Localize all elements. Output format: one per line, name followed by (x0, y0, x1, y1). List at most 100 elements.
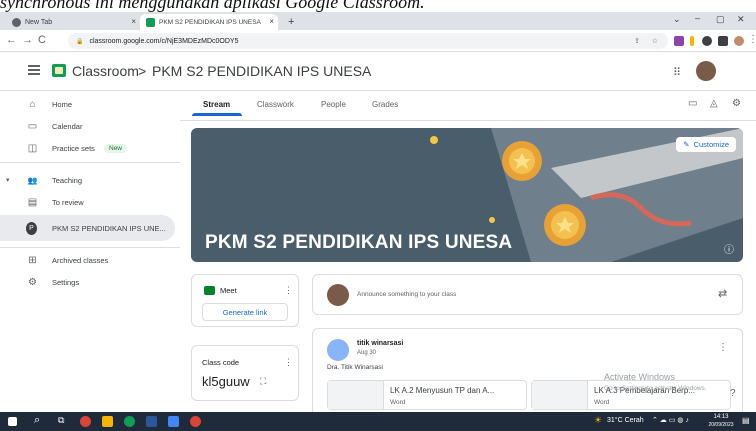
search-icon[interactable]: ⌕ (34, 414, 40, 427)
chrome-menu-icon[interactable]: ⋮ (748, 34, 756, 45)
clock-date[interactable]: 20/09/2023 (704, 422, 738, 428)
extensions-puzzle-icon[interactable] (702, 36, 712, 46)
tab-classroom[interactable]: PKM S2 PENDIDIKAN IPS UNESA × (140, 14, 278, 30)
extension-icon[interactable] (690, 36, 694, 46)
task-view-icon[interactable]: ⧉ (58, 415, 64, 426)
more-options-icon[interactable]: ⋮ (284, 357, 293, 368)
announce-placeholder[interactable]: Announce something to your class (357, 291, 456, 298)
tab-classwork[interactable]: Classwork (257, 100, 294, 109)
browser-tab-strip: New Tab × PKM S2 PENDIDIKAN IPS UNESA × … (0, 12, 756, 30)
tab-grades[interactable]: Grades (372, 100, 398, 109)
class-initial-icon: P (26, 221, 37, 235)
close-window-icon[interactable]: ✕ (737, 14, 745, 25)
class-code-value: kl5guuw (202, 374, 250, 389)
sidebar-item-home[interactable]: ⌂ Home (0, 93, 175, 115)
clock-time[interactable]: 14:13 (706, 414, 736, 420)
practice-sets-icon: ◫ (27, 142, 38, 154)
more-options-icon[interactable]: ⋮ (284, 285, 293, 296)
weather-text[interactable]: 31°C Cerah (607, 417, 644, 424)
close-tab-icon[interactable]: × (131, 17, 136, 26)
edge-icon[interactable] (124, 416, 135, 427)
chrome-icon[interactable] (190, 416, 201, 427)
home-icon: ⌂ (29, 98, 36, 110)
sidebar-item-teaching[interactable]: ▾ 👥 Teaching (0, 169, 175, 191)
sidebar: ⌂ Home ▭ Calendar ◫ Practice sets New ▾ … (0, 92, 180, 412)
new-badge: New (104, 143, 128, 153)
class-code-card: Class code ⋮ kl5guuw ⛶ (191, 345, 299, 401)
maximize-icon[interactable]: ▢ (716, 14, 725, 25)
forward-icon[interactable]: → (22, 34, 33, 46)
minimize-icon[interactable]: – (695, 13, 700, 23)
reload-icon[interactable]: C (38, 34, 46, 46)
sidebar-item-archived-classes[interactable]: ⊞ Archived classes (0, 249, 175, 271)
breadcrumb-separator: > (138, 63, 147, 79)
tab-search-icon[interactable]: ⌄ (673, 14, 681, 25)
post-body: Dra. Titik Winarsasi (327, 364, 383, 371)
tab-stream[interactable]: Stream (203, 100, 230, 109)
photos-icon[interactable] (168, 416, 179, 427)
calendar-icon: ▭ (27, 120, 38, 132)
post-date: Aug 30 (357, 350, 377, 356)
class-tabs: Stream Classwork People Grades ▭ ◬ ⚙ (180, 92, 756, 120)
customize-button[interactable]: ✎ Customize (676, 137, 736, 152)
class-name-title: PKM S2 PENDIDIKAN IPS UNESA (152, 63, 372, 79)
windows-start-icon[interactable] (8, 417, 17, 426)
document-text-fragment: synchronous ini menggunakan aplikasi Goo… (0, 0, 756, 12)
classroom-header: Classroom > PKM S2 PENDIDIKAN IPS UNESA … (0, 53, 756, 91)
word-icon[interactable] (146, 416, 157, 427)
help-icon[interactable]: ? (730, 388, 736, 399)
user-avatar (327, 284, 349, 306)
weather-icon: ☀ (594, 415, 603, 425)
sidebar-item-settings[interactable]: ⚙ Settings (0, 271, 175, 293)
close-tab-icon[interactable]: × (269, 17, 274, 26)
author-avatar (327, 339, 349, 361)
tab-new-tab[interactable]: New Tab × (6, 14, 140, 30)
announce-card[interactable]: Announce something to your class ⇄ (312, 274, 743, 315)
attachment-lk-a2[interactable]: LK A.2 Menyusun TP dan A... Word (327, 380, 527, 410)
info-icon[interactable]: ⓘ (724, 241, 734, 256)
lock-icon: 🔒 (76, 38, 84, 45)
file-explorer-icon[interactable] (102, 416, 113, 427)
share-icon[interactable]: ⇪ (634, 37, 640, 45)
drive-folder-icon[interactable]: ◬ (710, 98, 718, 109)
chrome-icon[interactable] (80, 416, 91, 427)
post-options-icon[interactable]: ⋮ (718, 342, 728, 353)
collapse-arrow-icon[interactable]: ▾ (6, 176, 10, 184)
classroom-logo-icon[interactable] (52, 64, 66, 77)
tabs-divider (180, 120, 756, 121)
google-apps-icon[interactable]: ⠿ (673, 66, 681, 79)
system-tray-icons[interactable]: ⌃ ☁ ▭ ◍ ♪ (652, 416, 689, 424)
repost-icon[interactable]: ⇄ (718, 287, 727, 300)
class-settings-icon[interactable]: ⚙ (732, 98, 741, 109)
side-panel-icon[interactable] (718, 36, 728, 46)
chrome-icon (12, 17, 21, 27)
profile-avatar[interactable] (734, 36, 744, 46)
settings-gear-icon: ⚙ (28, 276, 37, 288)
classroom-favicon-icon (146, 17, 155, 27)
generate-link-button[interactable]: Generate link (202, 303, 288, 321)
sidebar-item-calendar[interactable]: ▭ Calendar (0, 115, 175, 137)
main-menu-icon[interactable] (28, 65, 40, 75)
url-field[interactable]: 🔒 classroom.google.com/c/NjE3MDEzMDc0ODY… (68, 33, 668, 49)
sidebar-divider (0, 247, 180, 248)
sidebar-item-practice-sets[interactable]: ◫ Practice sets New (0, 137, 175, 159)
fullscreen-code-icon[interactable]: ⛶ (260, 376, 266, 387)
post-author: titik winarsasi (357, 340, 404, 347)
app-name-link[interactable]: Classroom (72, 63, 139, 79)
windows-taskbar: ⌕ ⧉ ☀ 31°C Cerah ⌃ ☁ ▭ ◍ ♪ 14:13 20/09/2… (0, 412, 756, 431)
sidebar-item-class[interactable]: P PKM S2 PENDIDIKAN IPS UNE... (0, 215, 175, 241)
notifications-icon[interactable]: ▤ (742, 416, 750, 425)
extension-icon[interactable] (674, 36, 684, 46)
calendar-icon[interactable]: ▭ (688, 98, 697, 109)
bookmark-star-icon[interactable]: ☆ (652, 37, 658, 45)
active-tab-indicator (192, 113, 242, 116)
new-tab-button[interactable]: + (282, 14, 300, 30)
google-meet-icon (204, 286, 215, 295)
archive-icon: ⊞ (28, 254, 37, 266)
sidebar-item-to-review[interactable]: ▤ To review (0, 191, 175, 213)
tab-people[interactable]: People (321, 100, 346, 109)
user-avatar[interactable] (696, 61, 716, 81)
meet-label: Meet (220, 286, 237, 295)
back-icon[interactable]: ← (6, 34, 17, 46)
to-review-icon: ▤ (27, 196, 38, 208)
